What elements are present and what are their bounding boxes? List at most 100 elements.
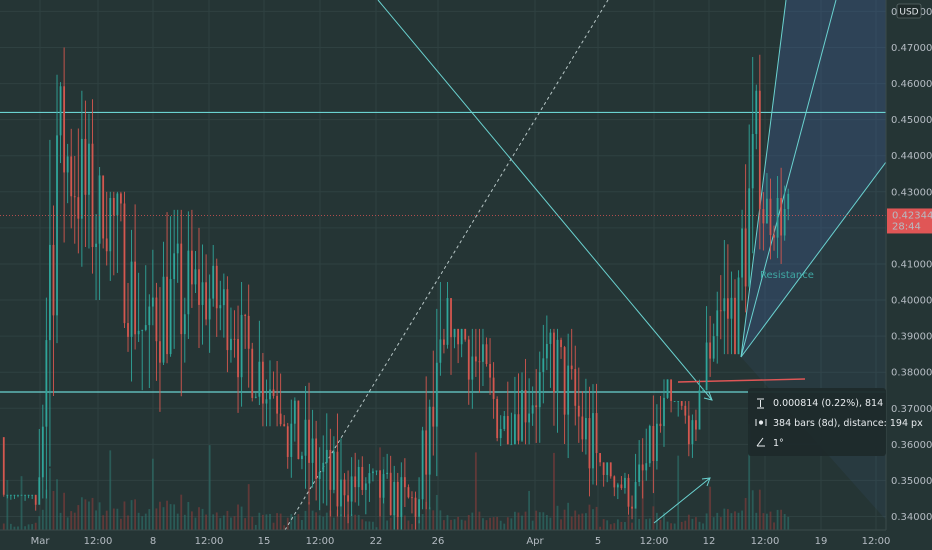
volume-bar <box>673 523 676 530</box>
candle-body <box>407 487 410 498</box>
candle-body <box>91 143 94 248</box>
candle-body <box>744 228 747 287</box>
volume-bar <box>137 512 140 530</box>
candle-body <box>112 197 115 216</box>
candle-body <box>723 298 726 312</box>
candle-body <box>709 342 712 359</box>
candle-body <box>233 338 236 340</box>
candle-body <box>261 361 264 404</box>
candle-body <box>357 466 360 488</box>
candle-body <box>467 339 470 380</box>
candle-body <box>553 332 555 393</box>
volume-bar <box>233 516 236 530</box>
currency-label: USD <box>899 8 918 18</box>
volume-bar <box>212 514 215 530</box>
price-tick-label: 0.430000 <box>891 187 932 198</box>
candle-body <box>641 464 644 471</box>
candle-body <box>63 86 66 173</box>
candle-body <box>258 361 261 397</box>
candle-body <box>446 298 449 345</box>
candle-body <box>350 476 353 502</box>
candle-body <box>247 315 250 349</box>
volume-bar <box>102 515 105 530</box>
candle-body <box>354 476 357 488</box>
candle-body <box>304 419 307 456</box>
volume-bar <box>762 513 765 530</box>
candle-body <box>716 310 719 337</box>
volume-bar <box>219 518 222 530</box>
price-tick-label: 0.450000 <box>891 115 932 126</box>
volume-bar <box>545 515 548 530</box>
volume-bar <box>627 515 630 530</box>
candle-body <box>421 430 424 500</box>
candle-body <box>531 405 534 414</box>
volume-bar <box>208 445 211 530</box>
measure-angle: 1° <box>773 438 784 449</box>
candle-body <box>215 265 218 309</box>
candle-body <box>382 474 385 498</box>
volume-bar <box>446 515 449 530</box>
price-chart[interactable]: Resistance 0.340000 0.350000 0.360000 0.370… <box>0 0 932 550</box>
candle-body <box>201 282 204 305</box>
volume-bar <box>528 490 531 530</box>
volume-bar <box>506 517 509 530</box>
candle-body <box>155 297 158 342</box>
volume-bar <box>272 522 275 530</box>
candle-body <box>127 323 129 337</box>
candle-body <box>293 400 296 424</box>
volume-bar <box>680 521 683 530</box>
candle-body <box>80 138 83 219</box>
candle-body <box>166 276 168 355</box>
candle-body <box>6 494 9 496</box>
candle-body <box>66 156 69 173</box>
candle-body <box>379 470 381 498</box>
volume-bar <box>17 526 19 530</box>
candle-body <box>95 243 97 248</box>
candle-body <box>205 282 207 320</box>
measure-bars-distance: 384 bars (8d), distance: 194 px <box>773 418 923 429</box>
candle-body <box>698 390 701 430</box>
volume-bar <box>570 516 573 530</box>
volume-bar <box>609 524 612 530</box>
candle-body <box>38 477 41 505</box>
volume-bar <box>41 509 44 530</box>
volume-bar <box>716 512 719 530</box>
candle-body <box>510 444 513 446</box>
volume-bar <box>276 513 278 530</box>
volume-bar <box>496 516 499 530</box>
last-price-countdown: 28:44 <box>892 221 921 232</box>
volume-bar <box>560 519 562 530</box>
candle-body <box>325 449 328 463</box>
candle-body <box>286 426 289 457</box>
volume-bar <box>691 518 694 530</box>
candle-body <box>244 314 247 316</box>
candle-body <box>741 228 743 278</box>
volume-bar <box>20 476 23 530</box>
volume-bar <box>63 492 66 530</box>
volume-bar <box>290 514 293 530</box>
volume-bar <box>606 520 609 530</box>
volume-bar <box>744 497 747 530</box>
volume-bar <box>719 517 722 530</box>
volume-bar <box>478 511 481 530</box>
candle-body <box>180 243 183 335</box>
volume-bar <box>279 513 282 530</box>
price-tick-label: 0.460000 <box>891 79 932 90</box>
candle-body <box>577 405 580 417</box>
candle-body <box>482 344 484 362</box>
candle-body <box>460 328 463 345</box>
volume-bar <box>368 521 371 530</box>
volume-bar <box>471 512 474 530</box>
time-tick-label: 12:00 <box>306 536 335 547</box>
candle-body <box>396 481 399 518</box>
volume-bar <box>187 501 190 530</box>
candle-body <box>595 413 598 454</box>
volume-bar <box>251 516 254 530</box>
volume-bar <box>297 514 300 530</box>
candle-body <box>435 362 438 427</box>
volume-bar <box>474 452 477 530</box>
candle-body <box>418 499 420 517</box>
volume-bar <box>325 512 328 530</box>
volume-bar <box>31 524 34 530</box>
candle-body <box>226 289 229 351</box>
